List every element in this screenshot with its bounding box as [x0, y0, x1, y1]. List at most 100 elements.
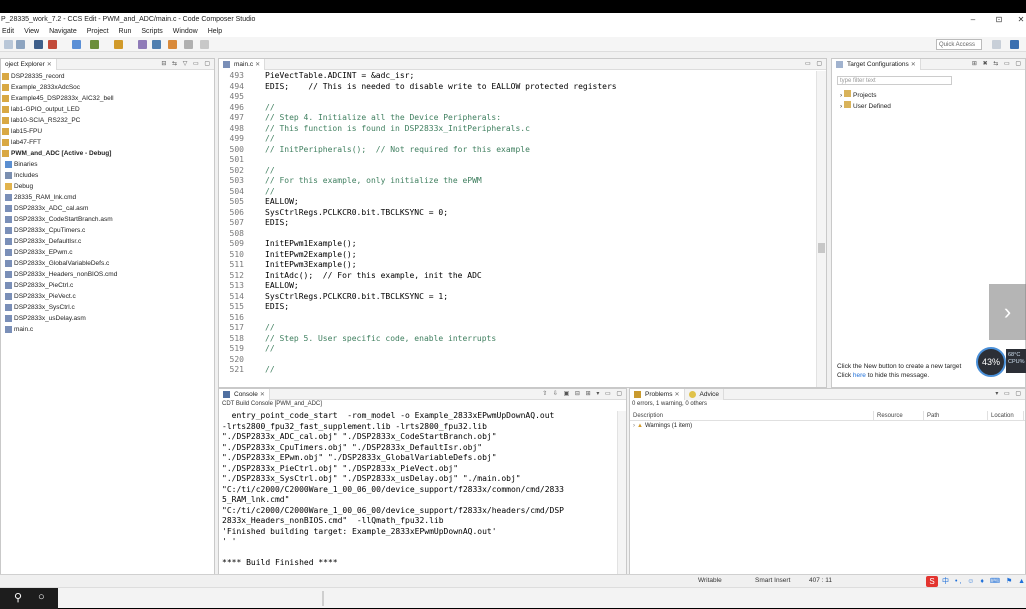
save-icon[interactable] — [16, 40, 25, 49]
code-line[interactable]: 514 SysCtrlRegs.PCLKCR0.bit.TBCLKSYNC = 1… — [219, 292, 816, 303]
menu-edit[interactable]: Edit — [2, 28, 14, 35]
console-tab[interactable]: Console ✕ — [219, 388, 270, 400]
tab-problems[interactable]: Problems ✕ — [630, 388, 685, 400]
target-config-tab[interactable]: Target Configurations ✕ — [832, 58, 921, 70]
search-icon[interactable]: ⚲ — [14, 591, 22, 604]
open-perspective-icon[interactable] — [992, 40, 1001, 49]
tree-item[interactable]: 28335_RAM_lnk.cmd — [1, 192, 214, 203]
table-row[interactable]: › ▲ Warnings (1 item) — [630, 421, 1025, 431]
close-icon[interactable]: ✕ — [47, 61, 52, 68]
scrollbar-thumb[interactable] — [818, 243, 825, 253]
close-icon[interactable]: ✕ — [674, 391, 679, 398]
editor-view-controls[interactable]: ▭ ▢ — [805, 60, 824, 67]
project-explorer-tab[interactable]: oject Explorer ✕ — [1, 58, 57, 70]
chevron-right-icon[interactable]: › — [633, 421, 635, 431]
perspective-edit-icon[interactable] — [1010, 40, 1019, 49]
debug-icon[interactable] — [90, 40, 99, 49]
console-scrollbar[interactable] — [617, 411, 626, 586]
ime-logo-icon[interactable]: S — [926, 576, 938, 587]
tree-item[interactable]: lab15-FPU — [1, 126, 214, 137]
column-path[interactable]: Path — [924, 411, 988, 420]
ime-toolbar-icon[interactable]: 中 •, ☺ ♦ ⌨ ⚑ ▲ — [942, 576, 1026, 586]
menu-run[interactable]: Run — [119, 28, 132, 35]
code-line[interactable]: 500 // InitPeripherals(); // Not required… — [219, 145, 816, 156]
tree-item[interactable]: DSP2833x_CodeStartBranch.asm — [1, 214, 214, 225]
code-line[interactable]: 495 — [219, 92, 816, 103]
console-output[interactable]: entry_point_code_start -rom_model -o Exa… — [222, 411, 614, 578]
view-menu-icon[interactable]: ⊟ ⇆ ▽ ▭ ▢ — [161, 60, 212, 67]
save-all-icon[interactable] — [34, 40, 43, 49]
tree-item[interactable]: DSP2833x_usDelay.asm — [1, 313, 214, 324]
tree-item[interactable]: DSP2833x_GlobalVariableDefs.c — [1, 258, 214, 269]
code-line[interactable]: 502 // — [219, 166, 816, 177]
close-icon[interactable]: ✕ — [255, 61, 260, 68]
tools-icon[interactable] — [114, 40, 123, 49]
tree-item[interactable]: Debug — [1, 181, 214, 192]
code-line[interactable]: 516 — [219, 313, 816, 324]
tab-main-c[interactable]: main.c ✕ — [219, 58, 266, 70]
tree-item[interactable]: DSP2833x_Headers_nonBIOS.cmd — [1, 269, 214, 280]
tree-item[interactable]: DSP2833x_DefaultIsr.c — [1, 236, 214, 247]
tree-item[interactable]: DSP2833x_SysCtrl.c — [1, 302, 214, 313]
code-line[interactable]: 497 // Step 4. Initialize all the Device … — [219, 113, 816, 124]
new-icon[interactable] — [4, 40, 13, 49]
tree-item[interactable]: Example_2833xAdcSoc — [1, 82, 214, 93]
back-icon[interactable] — [168, 40, 177, 49]
tree-item[interactable]: lab47-FFT — [1, 137, 214, 148]
code-line[interactable]: 519 // — [219, 344, 816, 355]
code-line[interactable]: 509 InitEPwm1Example(); — [219, 239, 816, 250]
code-line[interactable]: 503 // For this example, only initialize … — [219, 176, 816, 187]
forward-icon[interactable] — [184, 40, 193, 49]
tree-item-projects[interactable]: › Projects — [840, 90, 891, 101]
tree-item[interactable]: DSP2833x_CpuTimers.c — [1, 225, 214, 236]
menu-project[interactable]: Project — [87, 28, 109, 35]
code-line[interactable]: 508 — [219, 229, 816, 240]
hide-message-link[interactable]: here — [853, 372, 866, 379]
menu-help[interactable]: Help — [208, 28, 222, 35]
tree-item[interactable]: Includes — [1, 170, 214, 181]
tree-item[interactable]: lab10-SCIA_RS232_PC — [1, 115, 214, 126]
target-config-toolbar[interactable]: ⊞ ✖ ⇆ ▭ ▢ — [972, 60, 1023, 67]
close-icon[interactable]: ✕ — [260, 391, 265, 398]
problems-view-controls[interactable]: ▾ ▭ ▢ — [995, 390, 1023, 397]
view-icon[interactable] — [152, 40, 161, 49]
code-line[interactable]: 515 EDIS; — [219, 302, 816, 313]
code-line[interactable]: 513 EALLOW; — [219, 281, 816, 292]
tree-item-user-defined[interactable]: › User Defined — [840, 101, 891, 112]
code-line[interactable]: 498 // This function is found in DSP2833x… — [219, 124, 816, 135]
minimize-button[interactable]: – — [960, 13, 986, 26]
code-line[interactable]: 499 // — [219, 134, 816, 145]
forward-history-icon[interactable] — [200, 40, 209, 49]
code-line[interactable]: 493 PieVectTable.ADCINT = &adc_isr; — [219, 71, 816, 82]
close-button[interactable]: ✕ — [1008, 13, 1026, 26]
code-line[interactable]: 506 SysCtrlRegs.PCLKCR0.bit.TBCLKSYNC = 0… — [219, 208, 816, 219]
tree-item[interactable]: DSP2833x_PieVect.c — [1, 291, 214, 302]
tree-item[interactable]: main.c — [1, 324, 214, 335]
code-line[interactable]: 505 EALLOW; — [219, 197, 816, 208]
code-line[interactable]: 512 InitAdc(); // For this example, init … — [219, 271, 816, 282]
tree-item[interactable]: PWM_and_ADC [Active - Debug] — [1, 148, 214, 159]
terminal-icon[interactable] — [138, 40, 147, 49]
code-line[interactable]: 518 // Step 5. User specific code, enable… — [219, 334, 816, 345]
code-editor[interactable]: 493 PieVectTable.ADCINT = &adc_isr; 494 EDI… — [219, 71, 816, 387]
code-line[interactable]: 494 EDIS; // This is needed to disable wr… — [219, 82, 816, 93]
code-line[interactable]: 496 // — [219, 103, 816, 114]
tree-item[interactable]: DSP2833x_PieCtrl.c — [1, 280, 214, 291]
tree-item[interactable]: DSP2833x_ADC_cal.asm — [1, 203, 214, 214]
menu-view[interactable]: View — [24, 28, 39, 35]
build-icon[interactable] — [48, 40, 57, 49]
tab-advice[interactable]: Advice — [684, 388, 725, 400]
column-description[interactable]: Description — [630, 411, 874, 420]
tree-item[interactable]: Binaries — [1, 159, 214, 170]
close-icon[interactable]: ✕ — [911, 61, 916, 68]
code-line[interactable]: 511 InitEPwm3Example(); — [219, 260, 816, 271]
code-line[interactable]: 521 // — [219, 365, 816, 376]
menu-navigate[interactable]: Navigate — [49, 28, 77, 35]
console-toolbar[interactable]: ⇧ ⇩ ▣ ⊟ ⊞ ▾ ▭ ▢ — [542, 390, 624, 397]
next-arrow-icon[interactable]: › — [989, 284, 1026, 340]
code-line[interactable]: 517 // — [219, 323, 816, 334]
editor-scrollbar[interactable] — [816, 71, 826, 387]
search-icon[interactable] — [72, 40, 81, 49]
menu-scripts[interactable]: Scripts — [141, 28, 162, 35]
code-line[interactable]: 520 — [219, 355, 816, 366]
